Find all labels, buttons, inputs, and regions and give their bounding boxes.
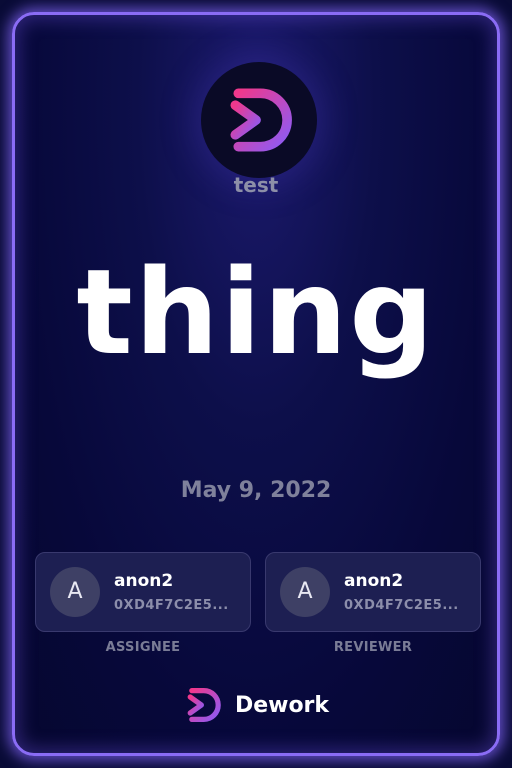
reviewer-name: anon2: [344, 571, 404, 591]
space-name: test: [233, 173, 279, 197]
reviewer-address: 0XD4F7C2E5...: [344, 598, 459, 613]
footer-brand: Dework: [15, 685, 497, 725]
reviewer-card: A anon2 0XD4F7C2E5...: [265, 552, 481, 632]
assignee-name: anon2: [114, 571, 174, 591]
assignee-address: 0XD4F7C2E5...: [114, 598, 229, 613]
avatar: A: [280, 567, 330, 617]
dework-logo-icon: [187, 688, 221, 722]
assignee-card: A anon2 0XD4F7C2E5...: [35, 552, 251, 632]
brand-name: Dework: [234, 692, 330, 718]
task-date: May 9, 2022: [180, 478, 332, 503]
space-logo: [201, 62, 317, 178]
dework-logo-icon: [230, 88, 292, 152]
task-card: test thing May 9, 2022 A anon2 0XD4F7C2E…: [12, 12, 500, 756]
assignee-role-label: ASSIGNEE: [105, 640, 181, 655]
task-title: thing: [76, 243, 436, 381]
avatar: A: [50, 567, 100, 617]
reviewer-role-label: REVIEWER: [333, 640, 413, 655]
